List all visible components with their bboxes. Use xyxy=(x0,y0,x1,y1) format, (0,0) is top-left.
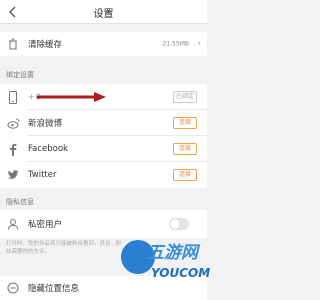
user-icon xyxy=(6,217,20,231)
facebook-icon xyxy=(6,142,20,156)
twitter-connect-button[interactable]: 连接 xyxy=(173,169,197,181)
watermark-text-en: YOUCOM xyxy=(151,266,211,280)
clear-cache-label: 清除缓存 xyxy=(28,40,63,50)
location-icon xyxy=(6,281,20,295)
phone-icon xyxy=(6,90,20,104)
site-watermark: 五游网 YOUCOM xyxy=(117,232,210,298)
page-title: 设置 xyxy=(93,9,114,20)
annotation-arrow-icon xyxy=(36,92,106,102)
top-bar: 设置 xyxy=(0,0,207,24)
watermark-text-cn: 五游网 xyxy=(147,243,198,263)
private-user-note: 打开时，你的作品将只能被粉丝看到，并且...粉丝需要你的允许。 xyxy=(6,241,122,255)
facebook-label: Facebook xyxy=(28,144,68,154)
weibo-connect-button[interactable]: 连接 xyxy=(173,117,197,129)
twitter-icon xyxy=(6,168,20,182)
phone-bound-button[interactable]: 已绑定 xyxy=(173,91,197,103)
weibo-row: 新浪微博 连接 xyxy=(0,110,207,136)
cache-size: 21.55MB xyxy=(162,40,189,48)
bind-settings-title: 绑定设置 xyxy=(6,71,34,79)
twitter-label: Twitter xyxy=(28,170,57,180)
private-user-toggle[interactable] xyxy=(169,218,189,230)
facebook-row: Facebook 连接 xyxy=(0,136,207,162)
twitter-row: Twitter 连接 xyxy=(0,162,207,188)
phone-row: +8 已绑定 xyxy=(0,84,207,110)
trash-icon xyxy=(6,37,20,51)
privacy-section-title: 隐私信息 xyxy=(6,198,34,206)
weibo-icon xyxy=(6,116,20,130)
weibo-label: 新浪微博 xyxy=(28,119,63,129)
facebook-connect-button[interactable]: 连接 xyxy=(173,143,197,155)
chevron-right-icon: › xyxy=(197,39,201,49)
toggle-knob xyxy=(170,219,180,229)
clear-cache-row[interactable]: 清除缓存 21.55MB › xyxy=(0,32,207,56)
hide-location-label: 隐藏位置信息 xyxy=(28,284,80,294)
private-user-label: 私密用户 xyxy=(28,220,63,230)
